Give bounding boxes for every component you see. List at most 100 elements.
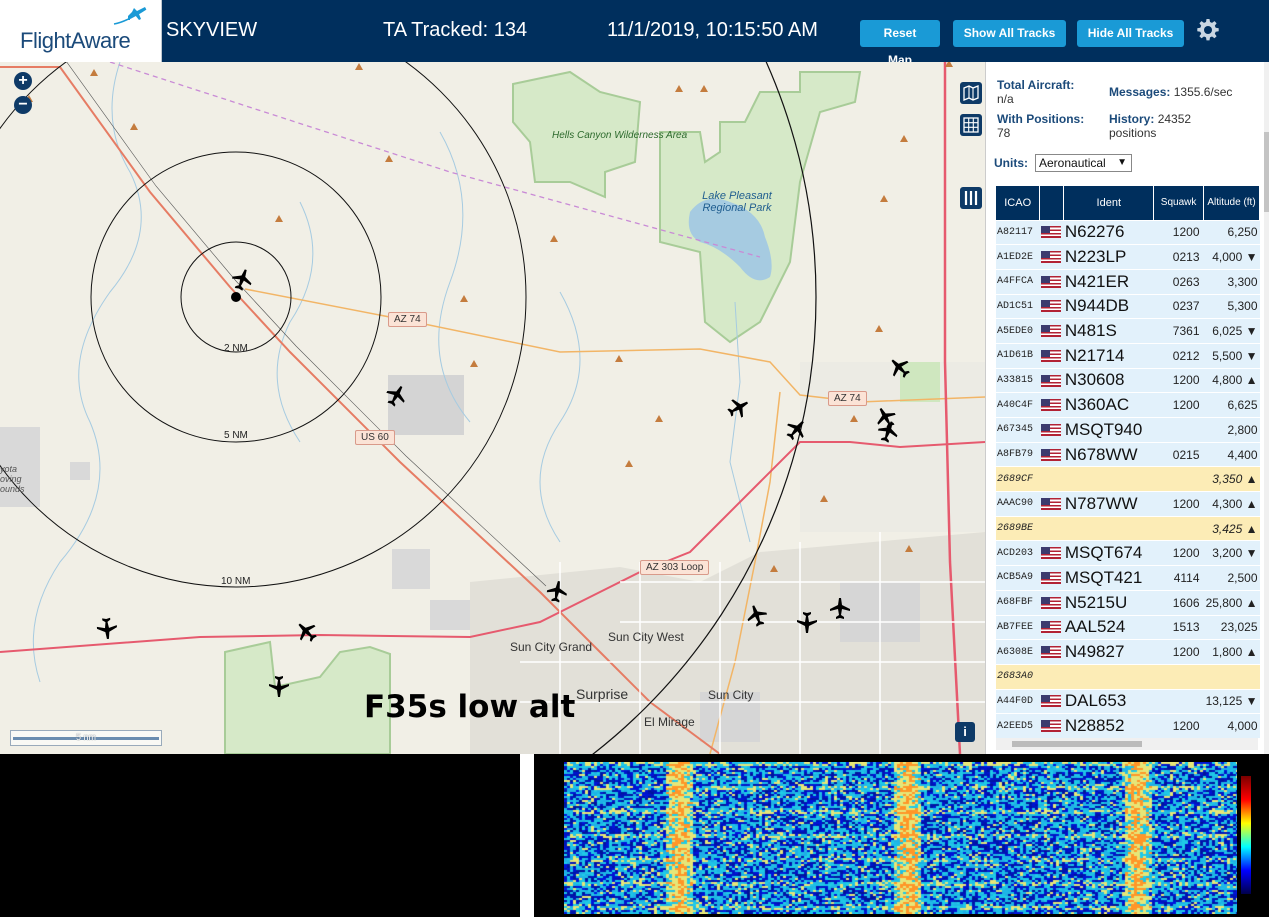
aircraft-icon[interactable] — [784, 418, 808, 442]
table-row[interactable]: A40C4F N360AC 1200 6,625 — [996, 392, 1260, 418]
table-row[interactable]: AD1C51 N944DB 0237 5,300 — [996, 293, 1260, 319]
grid-icon[interactable] — [960, 114, 982, 136]
map-view[interactable]: 2 NM 5 NM 10 NM Hells Canyon Wilderness … — [0, 62, 985, 754]
aircraft-icon[interactable] — [545, 580, 569, 604]
flag-cell — [1039, 639, 1064, 665]
flightaware-logo[interactable]: FlightAware — [0, 0, 162, 62]
ident-cell: N28852 — [1063, 713, 1154, 739]
flag-cell — [1039, 491, 1064, 517]
icao-cell: A1ED2E — [996, 244, 1040, 270]
flag-cell — [1039, 565, 1064, 591]
total-aircraft-label: Total Aircraft: — [997, 78, 1075, 92]
table-row[interactable]: A1D61B N21714 0212 5,500 ▼ — [996, 342, 1260, 369]
history-stat: History: 24352 positions — [1109, 112, 1209, 140]
units-select[interactable]: Aeronautical ▼ — [1035, 154, 1132, 172]
table-row[interactable]: A4FFCA N421ER 0263 3,300 — [996, 268, 1260, 295]
table-row[interactable]: A2EED5 N28852 1200 4,000 — [996, 713, 1260, 739]
ident-cell: N360AC — [1063, 392, 1154, 418]
aircraft-icon[interactable] — [384, 384, 408, 408]
us-flag-icon — [1040, 325, 1061, 338]
column-header-squawk[interactable]: Squawk — [1153, 186, 1204, 220]
us-flag-icon — [1040, 695, 1061, 708]
with-positions-value: 78 — [997, 126, 1011, 140]
altitude-cell: 3,300 — [1203, 268, 1260, 295]
header-bar: FlightAware SKYVIEW TA Tracked: 134 11/1… — [0, 0, 1269, 67]
aircraft-icon[interactable] — [888, 356, 912, 380]
flag-cell — [1039, 688, 1064, 714]
aircraft-icon[interactable] — [95, 616, 119, 640]
table-row[interactable]: A44F0D DAL653 13,125 ▼ — [996, 688, 1260, 714]
squawk-cell: 0237 — [1153, 293, 1204, 319]
us-flag-icon — [1040, 596, 1061, 609]
reset-map-button[interactable]: Reset Map — [860, 20, 940, 67]
icao-cell: ACB5A9 — [996, 565, 1040, 591]
altitude-cell: 4,000 ▼ — [1203, 244, 1260, 270]
map-scale-bar: 5 nm — [10, 730, 162, 746]
table-row[interactable]: A5EDE0 N481S 7361 6,025 ▼ — [996, 318, 1260, 344]
icao-cell: 2689CF — [996, 466, 1040, 492]
us-flag-icon — [1040, 497, 1061, 510]
zoom-in-button[interactable]: + — [14, 72, 32, 90]
table-row[interactable]: A33815 N30608 1200 4,800 ▲ — [996, 367, 1260, 393]
icao-cell: A82117 — [996, 219, 1040, 245]
show-all-tracks-button[interactable]: Show All Tracks — [953, 20, 1066, 47]
vertical-scrollbar[interactable] — [1264, 62, 1269, 754]
flag-cell — [1039, 392, 1064, 418]
table-row[interactable]: A67345 MSQT940 2,800 — [996, 417, 1260, 443]
zoom-out-button[interactable]: − — [14, 96, 32, 114]
city-label-surprise: Surprise — [576, 686, 629, 702]
column-header-icao[interactable]: ICAO — [996, 186, 1041, 220]
table-row[interactable]: 2689CF 3,350 ▲ — [996, 466, 1260, 492]
hide-all-tracks-button[interactable]: Hide All Tracks — [1077, 20, 1184, 47]
ident-cell: N62276 — [1063, 219, 1154, 245]
squawk-cell — [1153, 417, 1204, 443]
table-row[interactable]: 2689BE 3,425 ▲ — [996, 515, 1260, 541]
aircraft-icon[interactable] — [876, 420, 900, 444]
table-row[interactable]: A1ED2E N223LP 0213 4,000 ▼ — [996, 244, 1260, 270]
flag-cell — [1039, 466, 1064, 492]
aircraft-icon[interactable] — [230, 268, 254, 292]
table-row[interactable]: A8FB79 N678WW 0215 4,400 — [996, 441, 1260, 467]
aircraft-icon[interactable] — [726, 396, 750, 420]
column-header-ident[interactable]: Ident — [1063, 186, 1155, 220]
wilderness-label: Hells Canyon Wilderness Area — [552, 130, 688, 141]
squawk-cell: 4114 — [1153, 565, 1204, 591]
aircraft-icon[interactable] — [267, 674, 291, 698]
column-header-altitude[interactable]: Altitude (ft) — [1203, 186, 1260, 220]
info-icon[interactable]: i — [955, 722, 975, 742]
annotation-text: F35s low alt — [364, 689, 576, 725]
table-row[interactable]: 2683A0 — [996, 663, 1260, 690]
map-layers-icon[interactable] — [960, 82, 982, 104]
altitude-cell: 4,400 — [1203, 441, 1260, 467]
flag-cell — [1039, 342, 1064, 369]
altitude-cell: 13,125 ▼ — [1203, 688, 1260, 714]
table-row[interactable]: ACD203 MSQT674 1200 3,200 ▼ — [996, 540, 1260, 566]
horizontal-scrollbar[interactable] — [996, 738, 1258, 750]
table-row[interactable]: A82117 N62276 1200 6,250 — [996, 219, 1260, 245]
history-label: History: — [1109, 112, 1155, 126]
table-row[interactable]: A68FBF N5215U 1606 25,800 ▲ — [996, 589, 1260, 615]
column-header-flag[interactable] — [1039, 186, 1065, 220]
table-row[interactable]: AB7FEE AAL524 1513 23,025 — [996, 614, 1260, 640]
aircraft-icon[interactable] — [745, 604, 769, 628]
flag-cell — [1039, 293, 1064, 319]
aircraft-icon[interactable] — [295, 620, 319, 644]
gear-icon[interactable] — [1196, 18, 1220, 42]
road-shield-az74-west: AZ 74 — [388, 312, 427, 327]
columns-toggle-icon[interactable] — [960, 187, 982, 209]
messages-value: 1355.6/sec — [1173, 85, 1233, 99]
table-row[interactable]: A6308E N49827 1200 1,800 ▲ — [996, 639, 1260, 665]
us-flag-icon — [1040, 547, 1061, 560]
table-row[interactable]: ACB5A9 MSQT421 4114 2,500 — [996, 565, 1260, 591]
aircraft-icon[interactable] — [795, 610, 819, 634]
map-scale-label: 5 nm — [75, 732, 96, 742]
aircraft-icon[interactable] — [828, 597, 852, 621]
ident-cell — [1063, 466, 1154, 492]
table-row[interactable]: AAAC90 N787WW 1200 4,300 ▲ — [996, 491, 1260, 517]
icao-cell: A8FB79 — [996, 441, 1040, 467]
aircraft-table: ICAO Ident Squawk Altitude (ft) A82117 N6… — [996, 186, 1260, 739]
squawk-cell — [1153, 688, 1204, 714]
us-flag-icon — [1040, 399, 1061, 412]
tracked-count: TA Tracked: 134 — [383, 19, 528, 41]
flag-cell — [1039, 515, 1064, 541]
